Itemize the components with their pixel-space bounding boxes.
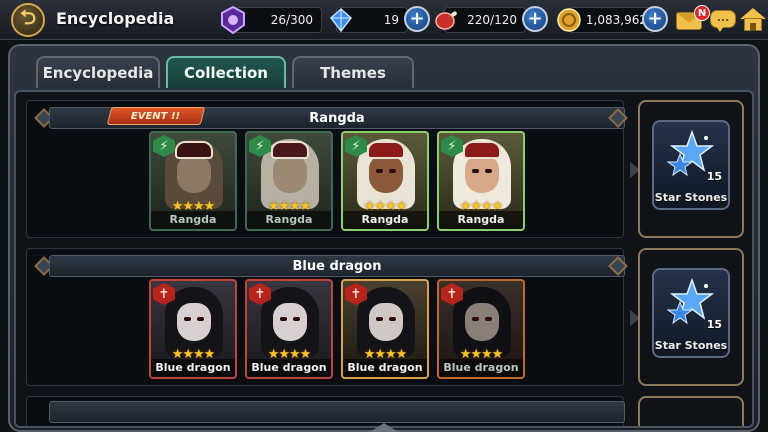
hero-face <box>465 303 499 341</box>
collection-set-next <box>26 396 625 426</box>
gold-coin-icon <box>554 4 584 36</box>
hero-cards: ⚡ ★★★★ Rangda ⚡ ★★★★ Rangda ⚡ ★★★★ Rangd… <box>149 131 525 231</box>
hero-name: Rangda <box>151 211 235 229</box>
stamina-value: 220/120 <box>467 13 517 27</box>
tab-themes[interactable]: Themes <box>292 56 414 88</box>
mask-ornament <box>367 141 405 159</box>
collection-set-blue-dragon: Blue dragon ✝ ★★★★ Blue dragon ✝ ★★★★ Bl… <box>26 248 628 386</box>
hero-eye <box>389 169 396 173</box>
hero-face <box>177 303 211 341</box>
hero-eye <box>376 317 383 321</box>
chat-button[interactable]: ... <box>710 8 738 32</box>
add-crystals-button[interactable]: + <box>404 6 430 32</box>
hero-card[interactable]: ⚡ ★★★★ Rangda <box>149 131 237 231</box>
hero-cards: ✝ ★★★★ Blue dragon ✝ ★★★★ Blue dragon ✝ … <box>149 279 525 379</box>
hero-eye <box>485 169 492 173</box>
home-button[interactable] <box>740 6 768 34</box>
tab-label: Themes <box>320 64 386 82</box>
plus-icon: + <box>527 8 543 29</box>
reward-label: Star Stones <box>654 191 728 204</box>
add-gold-button[interactable]: + <box>642 6 668 32</box>
hero-card[interactable]: ⚡ ★★★★ Rangda <box>245 131 333 231</box>
scroll-indicator[interactable] <box>370 423 398 432</box>
reward-count: 15 <box>706 170 722 183</box>
hero-name: Blue dragon <box>439 359 523 377</box>
hero-eye <box>376 169 383 173</box>
back-button[interactable]: ⮌ <box>6 3 50 37</box>
reward-slot <box>638 396 744 426</box>
set-title-bar <box>49 401 625 423</box>
top-bar: ⮌ Encyclopedia 26/300 19 + 220/120 + 1,0… <box>0 0 768 40</box>
set-title-bar: Blue dragon <box>49 255 625 277</box>
hero-eye <box>280 317 287 321</box>
gold-value: 1,083,962 <box>585 13 647 27</box>
star-stones-reward[interactable]: 15 Star Stones <box>652 268 730 358</box>
hero-card[interactable]: ✝ ★★★★ Blue dragon <box>341 279 429 379</box>
hero-name: Blue dragon <box>151 359 235 377</box>
purple-emblem-icon <box>218 4 248 36</box>
mask-ornament <box>271 141 309 159</box>
hero-name: Blue dragon <box>343 359 427 377</box>
tab-collection[interactable]: Collection <box>166 56 286 88</box>
chat-tail <box>716 26 724 32</box>
new-notification-badge: N <box>694 5 710 21</box>
hero-name: Blue dragon <box>247 359 331 377</box>
hero-face <box>369 155 403 193</box>
hero-face <box>273 155 307 193</box>
hero-card[interactable]: ✝ ★★★★ Blue dragon <box>437 279 525 379</box>
home-door <box>750 23 756 31</box>
event-badge: EVENT !! <box>106 107 206 125</box>
hero-card[interactable]: ✝ ★★★★ Blue dragon <box>245 279 333 379</box>
reward-slot: 15 Star Stones <box>638 248 744 386</box>
collection-list[interactable]: Rangda EVENT !! ⚡ ★★★★ Rangda ⚡ ★★★★ Ran… <box>14 90 754 428</box>
reward-count: 15 <box>706 318 722 331</box>
level-value: 26/300 <box>270 13 313 27</box>
hero-eye <box>485 317 492 321</box>
crystal-value: 19 <box>383 13 399 27</box>
hero-name: Rangda <box>247 211 331 229</box>
hero-eye <box>472 169 479 173</box>
mail-button[interactable]: N <box>676 5 710 32</box>
hero-eye <box>472 317 479 321</box>
plus-icon: + <box>409 8 425 29</box>
hero-eye <box>389 317 396 321</box>
event-label: EVENT !! <box>131 110 181 122</box>
hero-name: Rangda <box>343 211 427 229</box>
hero-card[interactable]: ⚡ ★★★★ Rangda <box>341 131 429 231</box>
hero-eye <box>197 317 204 321</box>
set-title: Blue dragon <box>292 258 382 274</box>
mask-ornament <box>175 141 213 159</box>
add-stamina-button[interactable]: + <box>522 6 548 32</box>
hero-face <box>273 303 307 341</box>
hero-eye <box>293 317 300 321</box>
meat-icon <box>432 4 462 36</box>
back-arrow-icon: ⮌ <box>11 3 45 37</box>
page-title: Encyclopedia <box>56 9 175 28</box>
hero-card[interactable]: ✝ ★★★★ Blue dragon <box>149 279 237 379</box>
collection-set-rangda: Rangda EVENT !! ⚡ ★★★★ Rangda ⚡ ★★★★ Ran… <box>26 100 628 238</box>
set-title: Rangda <box>309 110 365 126</box>
hero-eye <box>184 317 191 321</box>
reward-label: Star Stones <box>654 339 728 352</box>
mask-ornament <box>463 141 501 159</box>
hero-name: Rangda <box>439 211 523 229</box>
blue-crystal-icon <box>326 4 356 36</box>
hero-face <box>465 155 499 193</box>
main-panel: Encyclopedia Collection Themes Rangda EV… <box>8 44 760 432</box>
tab-label: Encyclopedia <box>42 64 154 82</box>
star-stones-reward[interactable]: 15 Star Stones <box>652 120 730 210</box>
hero-face <box>369 303 403 341</box>
hero-card[interactable]: ⚡ ★★★★ Rangda <box>437 131 525 231</box>
hero-face <box>177 155 211 193</box>
tab-encyclopedia[interactable]: Encyclopedia <box>36 56 160 88</box>
reward-slot: 15 Star Stones <box>638 100 744 238</box>
tab-label: Collection <box>184 64 268 82</box>
plus-icon: + <box>647 8 663 29</box>
